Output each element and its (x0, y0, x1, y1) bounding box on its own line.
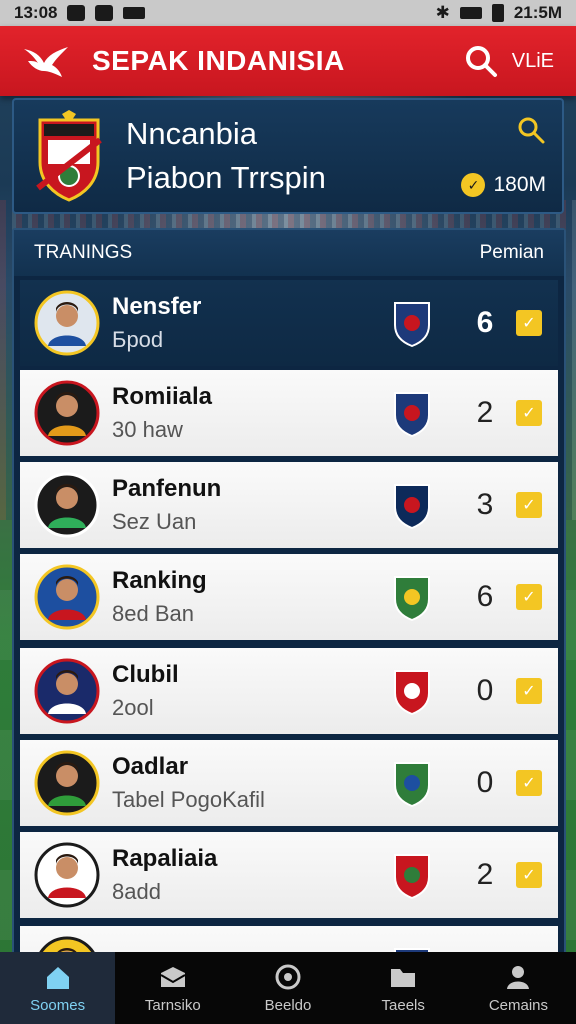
featured-stat-value: 180M (493, 173, 546, 196)
player-count: 0 (476, 766, 494, 799)
player-name: Romiiala (112, 383, 213, 410)
nav-label: Soomes (30, 996, 86, 1014)
select-check-icon[interactable]: ✓ (516, 400, 542, 426)
player-name: Clubil (112, 661, 179, 688)
club-badge-icon (394, 576, 430, 621)
player-avatar (34, 658, 100, 724)
club-badge-icon (394, 302, 430, 347)
player-name: Nensfer (112, 293, 202, 320)
player-detail: 8ed Ban (112, 601, 194, 626)
club-badge-icon (394, 762, 430, 807)
check-badge-icon: ✓ (461, 173, 486, 197)
player-row[interactable]: Oadlar Tabel PogoKafil 0 ✓ (20, 740, 558, 828)
player-avatar (34, 750, 100, 816)
bluetooth-icon: ✱ (435, 3, 450, 22)
player-name: Oadlar (112, 753, 189, 780)
status-clock: 21:5M (513, 3, 562, 22)
ball-icon (275, 964, 301, 989)
player-avatar (34, 472, 100, 538)
player-detail: Tabel PogoKafil (112, 787, 265, 812)
player-avatar (34, 842, 100, 908)
featured-stat: ✓ 180M (461, 173, 546, 197)
home-icon (46, 966, 69, 989)
featured-team-card[interactable]: Nncanbia Piabon Trrspin ✓ 180M (12, 98, 564, 214)
player-name: Ranking (112, 567, 207, 594)
player-row[interactable]: Ranking 8ed Ban 6 ✓ (20, 554, 558, 642)
nav-label: Beeldo (264, 996, 312, 1014)
team-crest-icon (36, 110, 102, 202)
player-count: 6 (476, 580, 494, 613)
player-row[interactable]: Nensfer Бpod 6 ✓ (20, 280, 558, 368)
select-check-icon[interactable]: ✓ (516, 770, 542, 796)
featured-subtitle: Piabon Trrspin (126, 160, 326, 195)
club-badge-icon (394, 392, 430, 437)
select-check-icon[interactable]: ✓ (516, 862, 542, 888)
player-row[interactable]: Romiiala 30 haw 2 ✓ (20, 370, 558, 458)
panel-column-label: Pemian (479, 242, 544, 263)
battery-icon (491, 4, 504, 22)
player-avatar (34, 380, 100, 446)
player-detail: 8add (112, 879, 161, 904)
message-icon (123, 7, 146, 19)
player-count: 6 (476, 306, 494, 339)
player-detail: Sez Uan (112, 509, 197, 534)
featured-title: Nncanbia (126, 116, 257, 151)
panel-header: TRANINGS Pemian (14, 230, 564, 276)
folder-icon (391, 968, 416, 987)
nav-item-inbox[interactable]: Tarnsiko (115, 952, 230, 1024)
rankings-panel: TRANINGS Pemian Nensfer Бpod 6 ✓ Romiial… (12, 228, 566, 958)
player-count: 2 (476, 858, 494, 891)
player-count: 2 (476, 396, 494, 429)
nav-label: Taeels (381, 996, 425, 1014)
select-check-icon[interactable]: ✓ (516, 678, 542, 704)
wifi-icon (459, 7, 482, 19)
club-badge-icon (394, 484, 430, 529)
user-icon (507, 965, 530, 989)
app-title: SEPAK INDANISIA (92, 45, 345, 76)
player-detail: Бpod (112, 327, 164, 352)
select-check-icon[interactable]: ✓ (516, 492, 542, 518)
bottom-navigation: Soomes Tarnsiko Beeldo Taeels Cemains (0, 952, 576, 1024)
notification-icon (67, 5, 86, 21)
nav-item-home[interactable]: Soomes (0, 952, 116, 1024)
player-row[interactable]: Panfenun Sez Uan 3 ✓ (20, 462, 558, 550)
search-icon[interactable] (464, 44, 498, 78)
player-row[interactable]: Rapaliaia 8add 2 ✓ (20, 832, 558, 920)
nav-item-folder[interactable]: Taeels (346, 952, 461, 1024)
app-header: SEPAK INDANISIA VLiE (0, 26, 576, 96)
player-name: Panfenun (112, 475, 222, 502)
header-action-link[interactable]: VLiE (512, 50, 554, 73)
player-detail: 30 haw (112, 417, 183, 442)
player-avatar (34, 564, 100, 630)
nav-item-ball[interactable]: Beeldo (230, 952, 345, 1024)
panel-title: TRANINGS (34, 242, 133, 263)
club-badge-icon (394, 854, 430, 899)
inbox-icon (160, 966, 186, 987)
nav-item-user[interactable]: Cemains (461, 952, 576, 1024)
status-time: 13:08 (14, 3, 58, 22)
app-notification-icon (95, 5, 114, 21)
player-row[interactable]: Clubil 2ool 0 ✓ (20, 648, 558, 736)
club-badge-icon (394, 670, 430, 715)
player-count: 3 (476, 488, 494, 521)
nav-label: Cemains (488, 996, 548, 1014)
select-check-icon[interactable]: ✓ (516, 584, 542, 610)
player-count: 0 (476, 674, 494, 707)
status-bar: 13:08 ✱ 21:5M (0, 0, 576, 26)
featured-search-icon[interactable] (516, 115, 546, 145)
player-name: Rapaliaia (112, 845, 218, 872)
select-check-icon[interactable]: ✓ (516, 310, 542, 336)
player-detail: 2ool (112, 695, 154, 720)
nav-label: Tarnsiko (144, 996, 201, 1014)
player-avatar (34, 290, 100, 356)
garuda-logo-icon (24, 47, 68, 77)
